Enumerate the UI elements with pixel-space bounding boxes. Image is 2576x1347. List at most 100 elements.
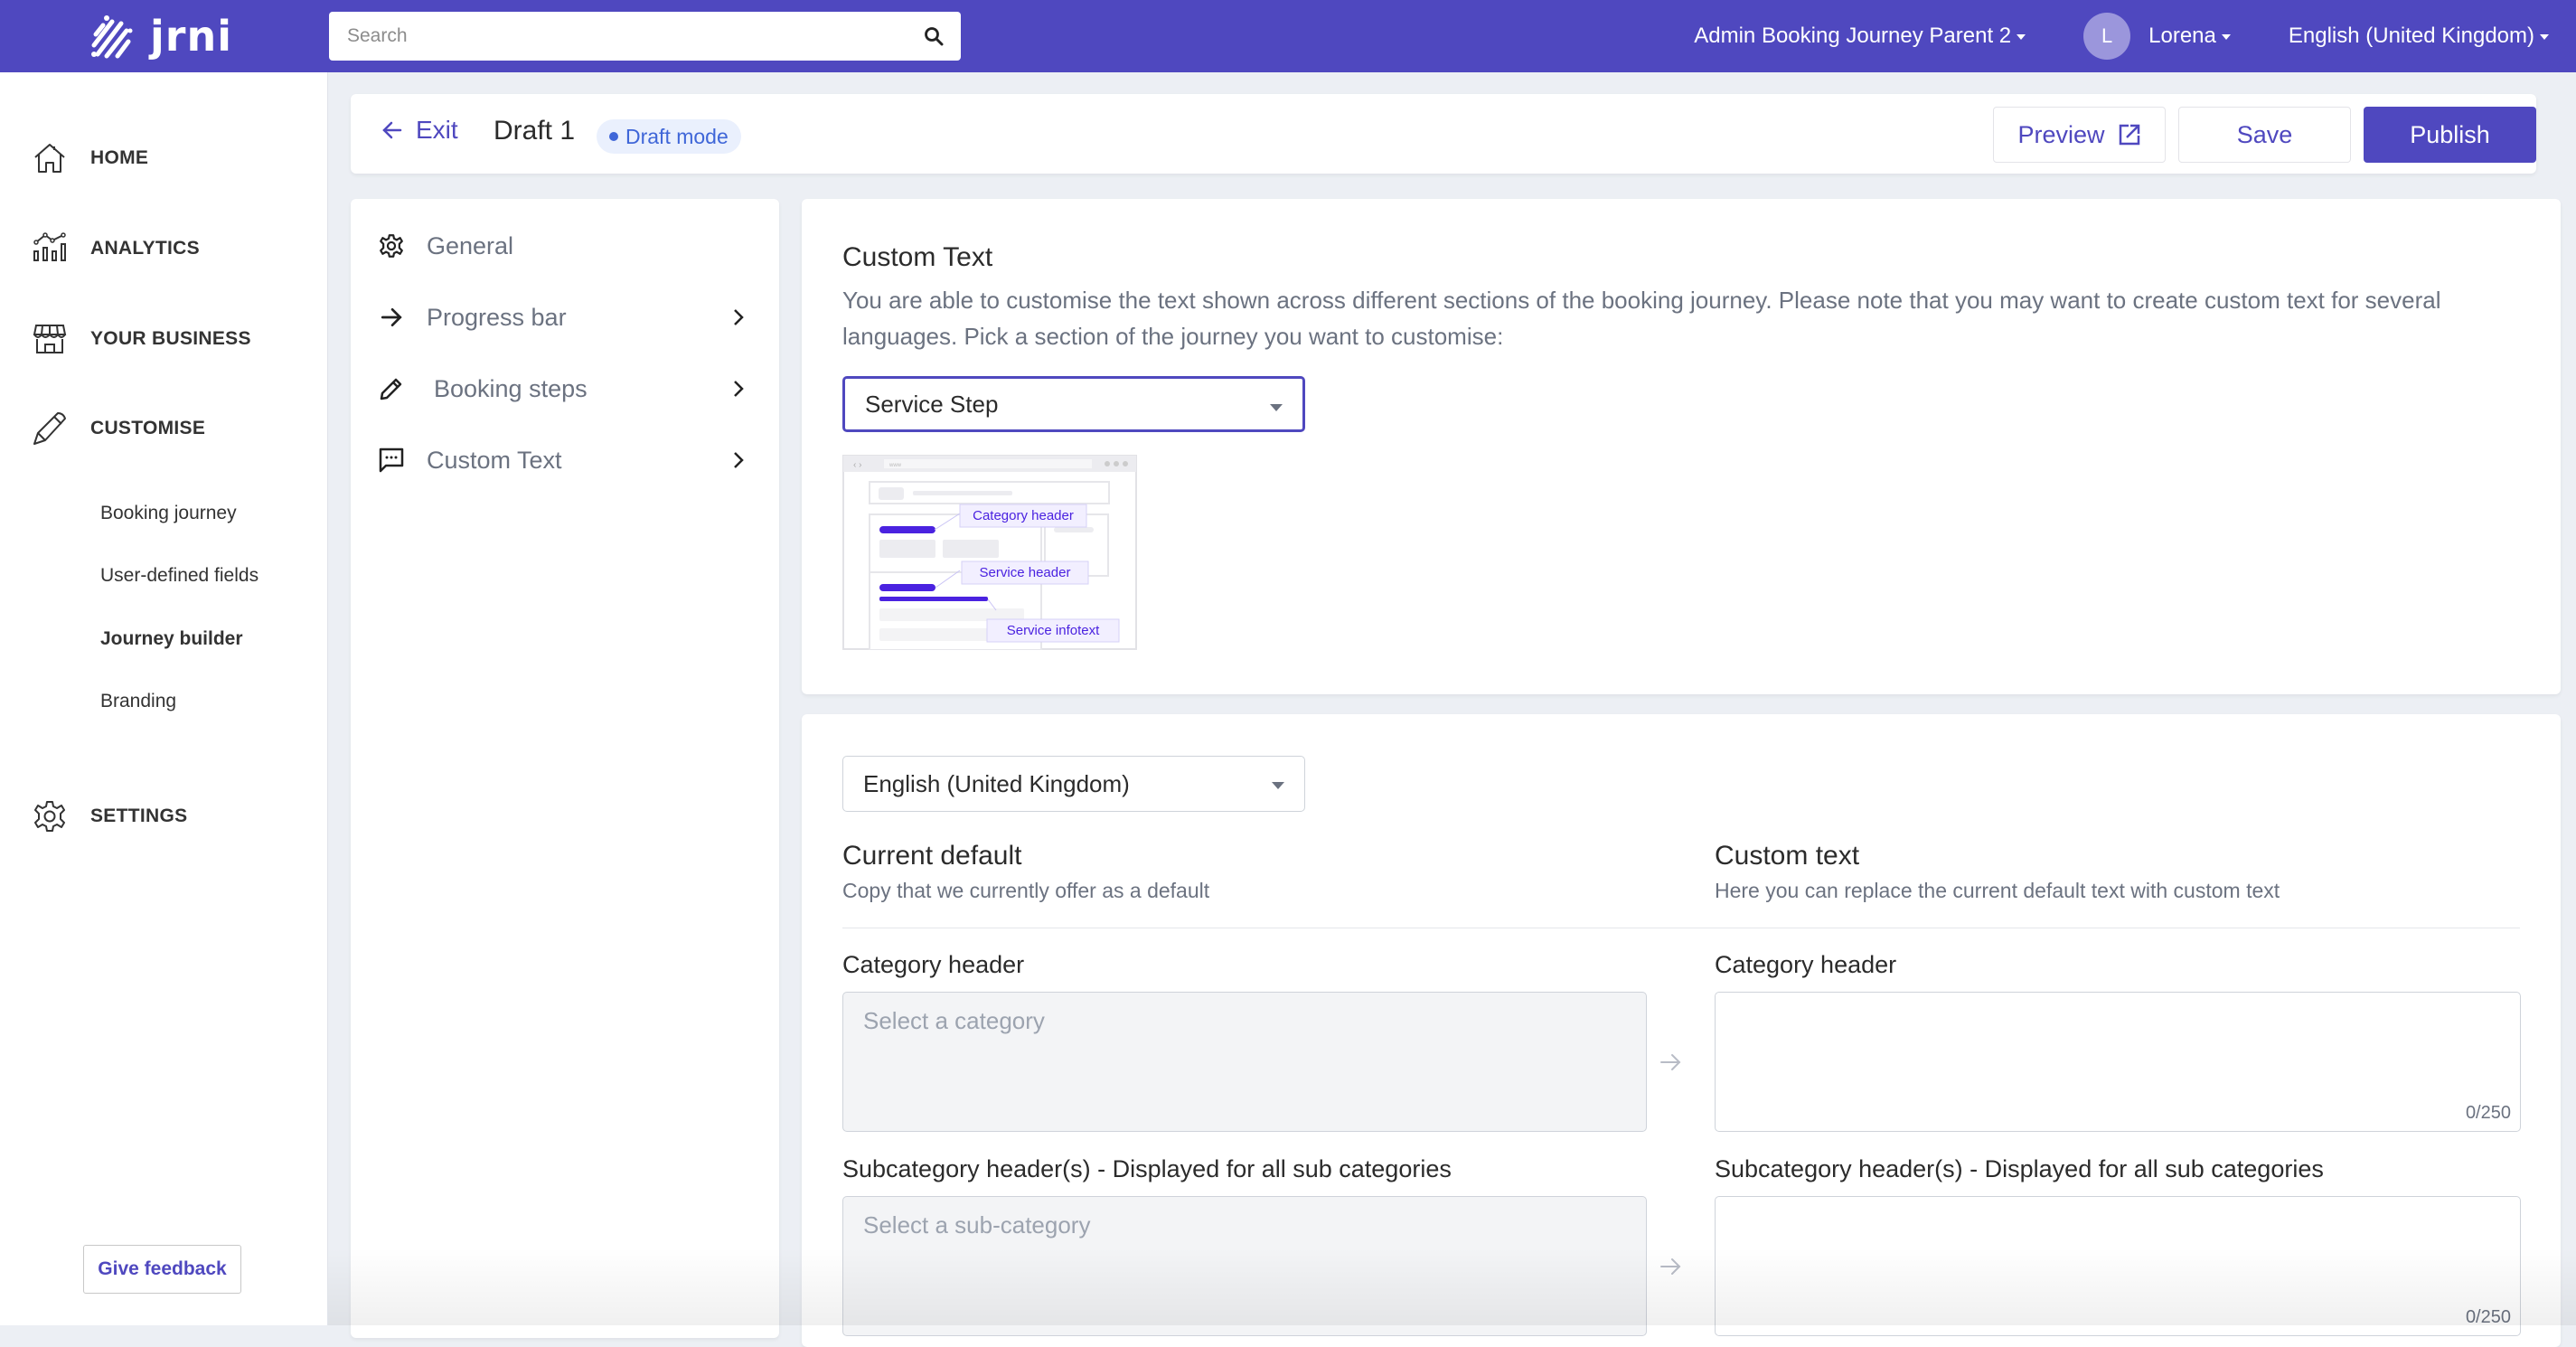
select-value: English (United Kingdom) <box>863 769 1130 797</box>
custom-text-input[interactable] <box>1716 993 2520 1131</box>
field-label-default: Subcategory header(s) - Displayed for al… <box>842 1155 1452 1182</box>
default-text-box: Select a category <box>842 992 1647 1132</box>
preview-label-infotext: Service infotext <box>1007 623 1100 638</box>
top-bar: jrni Admin Booking Journey Parent 2 L Lo… <box>0 0 2576 72</box>
custom-text-box: 0/250 <box>1715 1196 2521 1336</box>
svg-text:‹ ›: ‹ › <box>853 460 861 470</box>
caret-down-icon <box>2017 34 2026 40</box>
give-feedback-button[interactable]: Give feedback <box>83 1245 241 1294</box>
exit-button[interactable]: Exit <box>381 116 458 145</box>
sidebar-subitem-journey-builder[interactable]: Journey builder <box>100 628 243 650</box>
badge-label: Draft mode <box>625 124 729 148</box>
caret-down-icon <box>2221 34 2231 40</box>
chevron-right-icon <box>734 381 744 397</box>
custom-column-title: Custom text <box>1715 841 1860 871</box>
caret-down-icon <box>1272 782 1284 789</box>
menu-item-custom-text[interactable]: Custom Text <box>376 433 754 487</box>
journey-step-select[interactable]: Service Step <box>842 376 1305 432</box>
default-column-description: Copy that we currently offer as a defaul… <box>842 879 1210 902</box>
logo-text: jrni <box>150 12 232 61</box>
sidebar-item-customise[interactable]: CUSTOMISE <box>33 411 205 446</box>
sidebar-item-home[interactable]: HOME <box>33 141 148 175</box>
field-label-custom: Category header <box>1715 951 1897 978</box>
builder-menu: General Progress bar Booking steps Custo… <box>351 199 779 1338</box>
preview-url: www <box>888 463 902 468</box>
step-preview-illustration: ‹ › www Category header Service header S… <box>842 455 1137 650</box>
logo-mark-icon <box>91 15 133 59</box>
logo[interactable]: jrni <box>90 11 232 61</box>
custom-text-input[interactable] <box>1716 1197 2520 1335</box>
search-bar <box>329 12 961 61</box>
preview-label-category: Category header <box>973 508 1074 523</box>
section-description: You are able to customise the text shown… <box>842 287 2441 350</box>
menu-item-label: Booking steps <box>434 374 588 402</box>
section-title: Custom Text <box>842 242 993 272</box>
arrow-right-icon <box>1660 1258 1681 1275</box>
sidebar-subitem-booking-journey[interactable]: Booking journey <box>100 503 237 524</box>
sidebar-item-settings[interactable]: SETTINGS <box>33 799 187 834</box>
sidebar-item-label: SETTINGS <box>90 805 188 826</box>
search-input[interactable] <box>329 12 907 61</box>
custom-text-section: Custom Text You are able to customise th… <box>802 199 2561 694</box>
chevron-right-icon <box>734 309 744 325</box>
user-label: Lorena <box>2148 24 2216 48</box>
store-icon <box>33 325 67 353</box>
gear-icon <box>34 801 65 832</box>
home-icon <box>34 144 65 173</box>
char-counter: 0/250 <box>2465 1103 2511 1123</box>
account-dropdown[interactable]: Admin Booking Journey Parent 2 <box>1694 24 2026 49</box>
default-text-box: Select a sub-category <box>842 1196 1647 1336</box>
analytics-icon <box>33 232 66 261</box>
chat-icon <box>379 447 404 473</box>
custom-text-editor: English (United Kingdom) Current default… <box>802 714 2561 1347</box>
language-select[interactable]: English (United Kingdom) <box>842 756 1305 812</box>
arrow-left-icon <box>382 121 402 139</box>
menu-item-progress-bar[interactable]: Progress bar <box>376 290 754 344</box>
sidebar-item-label: YOUR BUSINESS <box>90 328 251 349</box>
sidebar-subitem-user-defined-fields[interactable]: User-defined fields <box>100 565 259 587</box>
external-link-icon <box>2119 124 2139 146</box>
exit-label: Exit <box>416 116 458 144</box>
menu-item-label: Custom Text <box>427 446 562 474</box>
search-button[interactable] <box>907 12 961 61</box>
draft-mode-badge: Draft mode <box>597 119 741 154</box>
sidebar: HOME ANALYTICS YOUR BUSINESS CUSTOMISE B… <box>0 72 328 1325</box>
default-column-title: Current default <box>842 841 1022 871</box>
avatar[interactable]: L <box>2083 13 2131 60</box>
sidebar-item-label: CUSTOMISE <box>90 418 206 438</box>
account-label: Admin Booking Journey Parent 2 <box>1694 24 2012 48</box>
draft-title: Draft 1 <box>494 116 576 146</box>
chevron-right-icon <box>734 452 744 468</box>
menu-item-general[interactable]: General <box>376 219 754 273</box>
user-dropdown[interactable]: Lorena <box>2148 24 2231 49</box>
status-dot-icon <box>609 132 618 141</box>
field-label-custom: Subcategory header(s) - Displayed for al… <box>1715 1155 2324 1182</box>
menu-item-booking-steps[interactable]: Booking steps <box>376 362 754 416</box>
caret-down-icon <box>2540 34 2549 40</box>
arrow-right-icon <box>1660 1054 1681 1070</box>
menu-item-label: General <box>427 231 514 259</box>
sidebar-item-label: ANALYTICS <box>90 238 200 259</box>
sidebar-item-label: HOME <box>90 147 149 168</box>
field-label-default: Category header <box>842 951 1025 978</box>
arrow-right-icon <box>381 307 402 327</box>
sidebar-item-analytics[interactable]: ANALYTICS <box>33 231 200 266</box>
custom-text-box: 0/250 <box>1715 992 2521 1132</box>
gear-icon <box>380 234 403 258</box>
pencil-icon <box>33 412 66 445</box>
select-value: Service Step <box>865 390 999 418</box>
preview-label-service: Service header <box>980 565 1071 580</box>
language-dropdown[interactable]: English (United Kingdom) <box>2289 24 2549 49</box>
save-button[interactable]: Save <box>2178 107 2351 163</box>
search-icon <box>925 27 944 46</box>
publish-button[interactable]: Publish <box>2364 107 2536 163</box>
preview-label: Preview <box>2017 120 2105 148</box>
sidebar-item-your-business[interactable]: YOUR BUSINESS <box>33 322 251 356</box>
menu-item-label: Progress bar <box>427 303 567 331</box>
custom-column-description: Here you can replace the current default… <box>1715 879 2280 902</box>
language-label: English (United Kingdom) <box>2288 24 2534 48</box>
preview-button[interactable]: Preview <box>1993 107 2166 163</box>
sidebar-subitem-branding[interactable]: Branding <box>100 691 176 712</box>
draft-header: Exit Draft 1 Draft mode Preview Save Pub… <box>351 94 2536 174</box>
caret-down-icon <box>1270 404 1283 411</box>
